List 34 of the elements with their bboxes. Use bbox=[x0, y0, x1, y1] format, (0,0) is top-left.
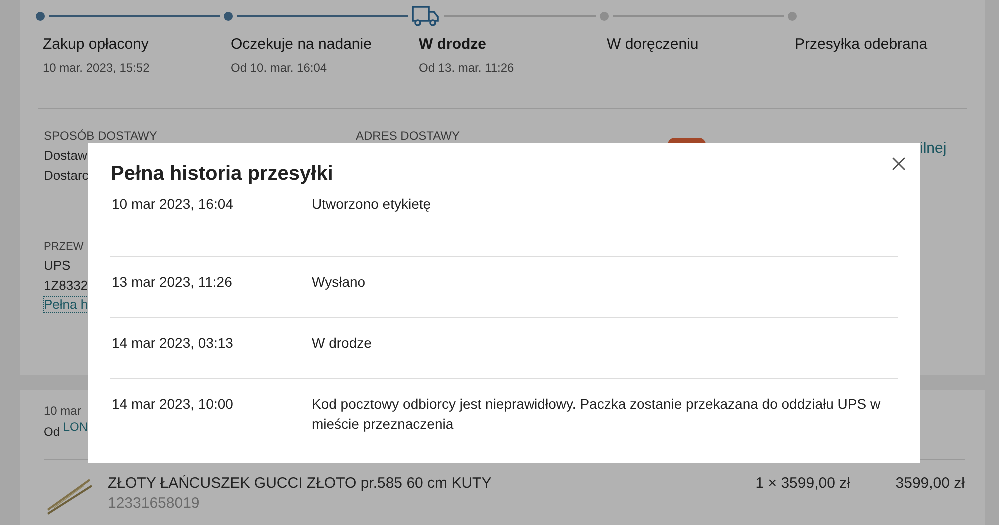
order-date: 10 mar bbox=[44, 404, 82, 418]
delivery-text: Dostarc bbox=[44, 168, 89, 183]
product-id: 12331658019 bbox=[108, 495, 200, 512]
step-date: Od 13. mar. 11:26 bbox=[419, 61, 516, 75]
dialog-title: Pełna historia przesyłki bbox=[111, 163, 334, 186]
event-time: 14 mar 2023, 03:13 bbox=[112, 335, 234, 353]
section-label: SPOSÓB DOSTAWY bbox=[44, 129, 158, 143]
delivery-text: Dostaw bbox=[44, 148, 88, 163]
event-time: 14 mar 2023, 10:00 bbox=[112, 396, 234, 414]
seller-link[interactable]: LON bbox=[63, 420, 88, 434]
event-text: Utworzono etykietę bbox=[312, 195, 432, 214]
step-date: Od 10. mar. 16:04 bbox=[231, 61, 328, 75]
product-name: ZŁOTY ŁAŃCUSZEK GUCCI ZŁOTO pr.585 60 cm KUTY bbox=[108, 475, 492, 492]
step-label: Zakup opłacony bbox=[43, 36, 150, 53]
carrier-name: UPS bbox=[44, 258, 71, 273]
quantity-price: 1 × 3599,00 zł bbox=[756, 475, 852, 492]
section-label: ADRES DOSTAWY bbox=[356, 129, 460, 143]
step-label: W drodze bbox=[419, 36, 488, 53]
total-price: 3599,00 zł bbox=[896, 475, 965, 492]
tracking-number: 1Z8332 bbox=[44, 278, 88, 293]
event-time: 10 mar 2023, 16:04 bbox=[112, 196, 234, 214]
note-text: ilnej bbox=[920, 140, 947, 157]
truck-icon bbox=[412, 4, 440, 28]
section-label: PRZEW bbox=[44, 241, 84, 253]
step-label: Przesyłka odebrana bbox=[795, 36, 929, 53]
event-text: Wysłano bbox=[312, 273, 367, 292]
step-label: Oczekuje na nadanie bbox=[231, 36, 373, 53]
event-time: 13 mar 2023, 11:26 bbox=[112, 274, 234, 292]
event-text: Kod pocztowy odbiorcy jest nieprawidłowy. Paczka zostanie przekazana do oddziału UPS w mieście przeznaczenia bbox=[312, 395, 882, 434]
step-date: 10 mar. 2023, 15:52 bbox=[43, 61, 151, 75]
event-text: W drodze bbox=[312, 334, 373, 353]
step-label: W doręczeniu bbox=[607, 36, 700, 53]
seller-prefix: Od bbox=[44, 425, 62, 439]
history-link[interactable]: Pełna h bbox=[44, 297, 88, 312]
